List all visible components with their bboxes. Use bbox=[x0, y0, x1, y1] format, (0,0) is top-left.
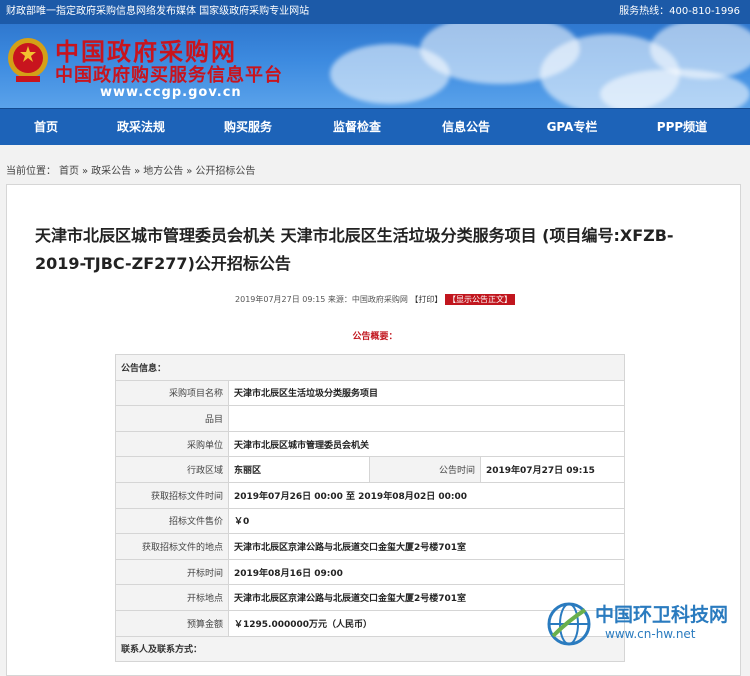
globe-logo-icon bbox=[547, 602, 591, 646]
breadcrumb-prefix: 当前位置： bbox=[6, 166, 56, 177]
row-label: 获取招标文件的地点 bbox=[115, 533, 229, 560]
article-date-source: 2019年07月27日 09:15 来源：中国政府采购网 bbox=[235, 295, 408, 304]
summary-heading: 公告概要： bbox=[352, 332, 398, 342]
table-row: 开标时间 2019年08月16日 09:00 bbox=[115, 558, 625, 586]
watermark: 中国环卫科技网 www.cn-hw.net bbox=[545, 596, 750, 662]
row-label: 开标地点 bbox=[115, 584, 229, 611]
section-heading-info: 公告信息： bbox=[115, 354, 625, 381]
breadcrumb-item-home[interactable]: 首页 bbox=[59, 166, 79, 177]
breadcrumb-item-announcements[interactable]: 政采公告 bbox=[91, 166, 131, 177]
main-nav: 首页 政采法规 购买服务 监督检查 信息公告 GPA专栏 PPP频道 bbox=[0, 108, 750, 145]
row-label: 公告时间 bbox=[369, 456, 481, 483]
breadcrumb-item-local[interactable]: 地方公告 bbox=[143, 166, 183, 177]
row-label: 开标时间 bbox=[115, 558, 229, 586]
row-label: 采购单位 bbox=[115, 430, 229, 458]
table-row: 获取招标文件时间 2019年07月26日 00:00 至 2019年08月02日… bbox=[115, 481, 625, 509]
row-value: 2019年07月26日 00:00 至 2019年08月02日 00:00 bbox=[228, 481, 625, 509]
row-label: 招标文件售价 bbox=[115, 507, 229, 535]
breadcrumb-separator: » bbox=[186, 166, 193, 177]
breadcrumb: 当前位置： 首页» 政采公告» 地方公告» 公开招标公告 bbox=[6, 162, 258, 177]
row-value: 2019年07月27日 09:15 bbox=[480, 456, 625, 483]
table-row: 公告信息： bbox=[115, 354, 625, 381]
watermark-name: 中国环卫科技网 bbox=[595, 604, 729, 626]
row-label: 采购项目名称 bbox=[115, 379, 229, 407]
site-logo-subtitle: 中国政府购买服务信息平台 bbox=[55, 65, 283, 86]
row-value: 天津市北辰区京津公路与北辰道交口金玺大厦2号楼701室 bbox=[228, 533, 625, 560]
nav-item-regulations[interactable]: 政采法规 bbox=[101, 109, 181, 145]
top-bar: 财政部唯一指定政府采购信息网络发布媒体 国家级政府采购专业网站 服务热线：400… bbox=[0, 0, 750, 24]
print-button[interactable]: 【打印】 bbox=[410, 295, 442, 304]
table-row: 获取招标文件的地点 天津市北辰区京津公路与北辰道交口金玺大厦2号楼701室 bbox=[115, 533, 625, 560]
nav-item-purchase-services[interactable]: 购买服务 bbox=[208, 109, 288, 145]
nav-item-ppp[interactable]: PPP频道 bbox=[642, 109, 722, 145]
table-row: 行政区域 东丽区 公告时间 2019年07月27日 09:15 bbox=[115, 456, 625, 483]
article-title: 天津市北辰区城市管理委员会机关 天津市北辰区生活垃圾分类服务项目 (项目编号:X… bbox=[35, 226, 674, 273]
article-meta: 2019年07月27日 09:15 来源：中国政府采购网 【打印】 【显示公告正… bbox=[0, 294, 750, 305]
row-value: 天津市北辰区生活垃圾分类服务项目 bbox=[228, 379, 625, 407]
table-row: 采购项目名称 天津市北辰区生活垃圾分类服务项目 bbox=[115, 379, 625, 407]
nav-item-supervision[interactable]: 监督检查 bbox=[317, 109, 397, 145]
site-url: www.ccgp.gov.cn bbox=[100, 85, 242, 100]
breadcrumb-separator: » bbox=[134, 166, 141, 177]
show-content-button[interactable]: 【显示公告正文】 bbox=[444, 294, 515, 305]
nav-item-gpa[interactable]: GPA专栏 bbox=[532, 109, 612, 145]
row-value: ￥0 bbox=[228, 507, 625, 535]
row-value: 2019年08月16日 09:00 bbox=[228, 558, 625, 586]
service-hotline: 服务热线：400-810-1996 bbox=[619, 6, 740, 17]
row-label: 品目 bbox=[115, 405, 229, 432]
top-bar-slogan: 财政部唯一指定政府采购信息网络发布媒体 国家级政府采购专业网站 bbox=[6, 6, 310, 17]
row-label: 预算金额 bbox=[115, 609, 229, 637]
nav-item-home[interactable]: 首页 bbox=[6, 109, 86, 145]
row-value: 天津市北辰区城市管理委员会机关 bbox=[228, 430, 625, 458]
nav-item-announcements[interactable]: 信息公告 bbox=[426, 109, 506, 145]
breadcrumb-separator: » bbox=[82, 166, 89, 177]
row-value bbox=[228, 405, 625, 432]
national-emblem-icon bbox=[8, 38, 48, 82]
row-label: 行政区域 bbox=[115, 456, 229, 483]
table-row: 招标文件售价 ￥0 bbox=[115, 507, 625, 535]
table-row: 采购单位 天津市北辰区城市管理委员会机关 bbox=[115, 430, 625, 458]
row-value: 东丽区 bbox=[228, 456, 370, 483]
row-label: 获取招标文件时间 bbox=[115, 481, 229, 509]
header-banner: 中国政府采购网 中国政府购买服务信息平台 www.ccgp.gov.cn bbox=[0, 24, 750, 108]
watermark-url: www.cn-hw.net bbox=[605, 627, 696, 641]
table-row: 品目 bbox=[115, 405, 625, 432]
breadcrumb-item-tender[interactable]: 公开招标公告 bbox=[195, 166, 255, 177]
